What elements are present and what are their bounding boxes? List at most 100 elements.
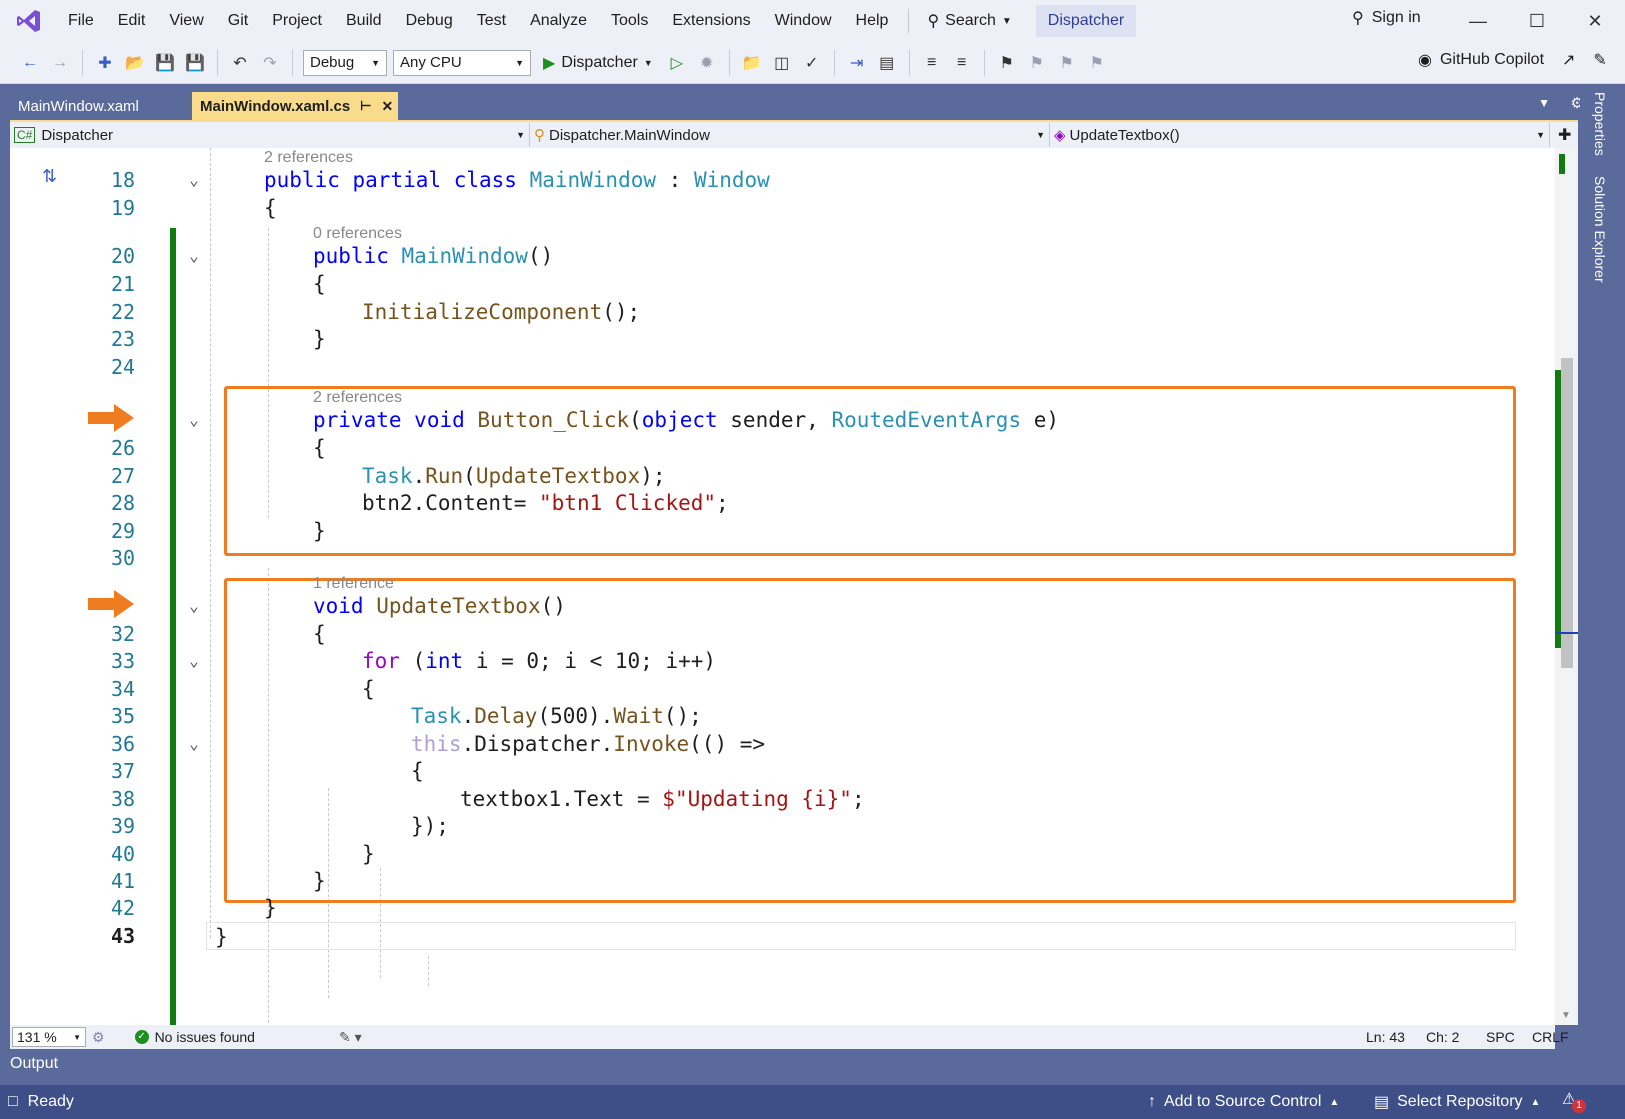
code-line: ⌄ private void Button_Click(object sende… [10,406,1540,434]
copilot-label: GitHub Copilot [1439,51,1545,68]
notifications-button[interactable]: ⚠ 1 [1562,1089,1586,1113]
menu-window[interactable]: Window [763,6,844,36]
issues-indicator[interactable]: ✓ No issues found [134,1029,255,1045]
tab-mainwindow-xaml[interactable]: MainWindow.xaml [10,92,192,120]
whitespace-indicator[interactable]: SPC [1486,1029,1515,1045]
undo-icon[interactable]: ↶ [228,51,252,75]
scroll-marker-change [1559,154,1565,174]
code-cleanup-icon[interactable]: ⚙ [92,1029,105,1046]
open-folder-icon[interactable]: 📂 [123,51,147,75]
line-indicator[interactable]: Ln: 43 [1366,1029,1405,1045]
chevron-down-icon: ▼ [371,57,380,68]
code-lens-references[interactable]: 2 references [264,148,353,168]
search-button[interactable]: ⚲ Search ▼ [917,11,1021,31]
tab-overflow-icon[interactable]: ▼ [1538,96,1550,110]
code-editor[interactable]: ⇅ 2 references 18 ⌄ public partial class… [10,148,1555,1038]
select-repository-button[interactable]: ▤ Select Repository ▲ [1374,1092,1540,1112]
menu-view[interactable]: View [157,6,215,36]
code-lens-references[interactable]: 0 references [313,224,402,244]
sign-in-label: Sign in [1371,9,1421,26]
solution-explorer-tab[interactable]: Solution Explorer [1592,176,1608,283]
forward-icon[interactable]: → [48,51,72,75]
code-line: 37 { [110,759,424,783]
collapse-icon[interactable]: ⌄ [186,166,202,194]
class-icon: ⚲ [534,127,545,144]
collapse-icon[interactable]: ⌄ [186,592,202,620]
method-icon: ◈ [1054,127,1066,144]
zoom-select[interactable]: 131 % ▼ [12,1027,86,1047]
sign-in-button[interactable]: ⚲ Sign in [1352,8,1421,28]
menu-tools[interactable]: Tools [599,6,660,36]
csharp-project-icon: C# [14,127,36,143]
menu-debug[interactable]: Debug [394,6,465,36]
scroll-down-icon[interactable]: ▼ [1561,1010,1571,1021]
code-lens-references[interactable]: 2 references [313,388,402,408]
output-label: Output [10,1055,59,1072]
scrollbar-thumb[interactable] [1561,358,1573,668]
minimize-button[interactable]: — [1455,6,1501,36]
collapse-icon[interactable]: ⌄ [186,730,202,758]
tab-label: MainWindow.xaml.cs [200,97,351,115]
platform-select[interactable]: Any CPU ▼ [393,49,531,76]
prev-bookmark-icon[interactable]: ⚑ [1025,51,1049,75]
bookmark-icon[interactable]: ⚑ [995,51,1019,75]
redo-icon[interactable]: ↷ [258,51,282,75]
code-line: 40 } [110,842,375,866]
tab-mainwindow-xaml-cs[interactable]: MainWindow.xaml.cs ⊢ ✕ [192,92,398,120]
next-bookmark-icon[interactable]: ⚑ [1055,51,1079,75]
output-panel-tab[interactable]: Output [0,1049,1625,1085]
code-line: 32 { [110,622,326,646]
collapse-icon[interactable]: ⌄ [186,406,202,434]
start-without-debugging-icon[interactable]: ▷ [665,51,689,75]
issues-label: No issues found [154,1029,255,1045]
layout-icon[interactable]: ◫ [770,51,794,75]
chevron-up-icon: ▲ [1530,1096,1541,1108]
clear-bookmarks-icon[interactable]: ⚑ [1085,51,1109,75]
chevron-down-icon: ▼ [515,57,524,68]
github-copilot-button[interactable]: ◉ GitHub Copilot ↗ ✎ [1418,50,1607,70]
new-project-icon[interactable]: ✚ [93,51,117,75]
member-dropdown[interactable]: ◈ UpdateTextbox() ▼ [1050,123,1550,147]
pin-icon[interactable]: ⊢ [360,98,371,114]
editor-status-line: 131 % ▼ ⚙ ✓ No issues found ✎ ▾ Ln: 43 C… [10,1025,1569,1049]
project-dropdown[interactable]: C# Dispatcher ▼ [10,123,530,147]
close-button[interactable]: ✕ [1572,6,1618,36]
configuration-value: Debug [310,54,355,71]
column-indicator[interactable]: Ch: 2 [1426,1029,1459,1045]
split-editor-icon[interactable]: ✚ [1558,125,1571,145]
chevron-up-icon: ▲ [1329,1096,1340,1108]
menu-build[interactable]: Build [334,6,394,36]
brush-icon[interactable]: ✎ ▾ [339,1029,362,1046]
folder-search-icon[interactable]: 📁 [740,51,764,75]
vertical-scrollbar[interactable]: ▼ [1555,148,1578,1025]
class-view-icon[interactable]: ▤ [875,51,899,75]
menu-analyze[interactable]: Analyze [518,6,599,36]
code-lens-references[interactable]: 1 reference [313,574,394,594]
menu-project[interactable]: Project [260,6,334,36]
save-all-icon[interactable]: 💾 [183,51,207,75]
menu-git[interactable]: Git [216,6,260,36]
collapse-icon[interactable]: ⌄ [186,647,202,675]
collapse-icon[interactable]: ⌄ [186,242,202,270]
line-ending-indicator[interactable]: CRLF [1532,1029,1569,1045]
menu-edit[interactable]: Edit [106,6,158,36]
configuration-select[interactable]: Debug ▼ [303,49,387,76]
menu-help[interactable]: Help [844,6,901,36]
menu-extensions[interactable]: Extensions [660,6,762,36]
uncomment-icon[interactable]: ≡ [950,51,974,75]
save-icon[interactable]: 💾 [153,51,177,75]
back-icon[interactable]: ← [18,51,42,75]
spell-check-icon[interactable]: ✓ [800,51,824,75]
properties-tab[interactable]: Properties [1592,92,1608,156]
add-to-source-control-button[interactable]: ↑ Add to Source Control ▲ [1148,1093,1339,1111]
close-icon[interactable]: ✕ [382,98,394,115]
hot-reload-icon[interactable]: ✹ [695,51,719,75]
type-dropdown[interactable]: ⚲ Dispatcher.MainWindow ▼ [530,123,1050,147]
start-debugging-button[interactable]: ▶ Dispatcher ▼ [537,53,659,73]
step-icon[interactable]: ⇥ [845,51,869,75]
menu-test[interactable]: Test [465,6,518,36]
maximize-button[interactable]: ☐ [1514,6,1560,36]
repository-icon: ▤ [1374,1094,1390,1111]
menu-file[interactable]: File [56,6,106,36]
comment-icon[interactable]: ≡ [920,51,944,75]
